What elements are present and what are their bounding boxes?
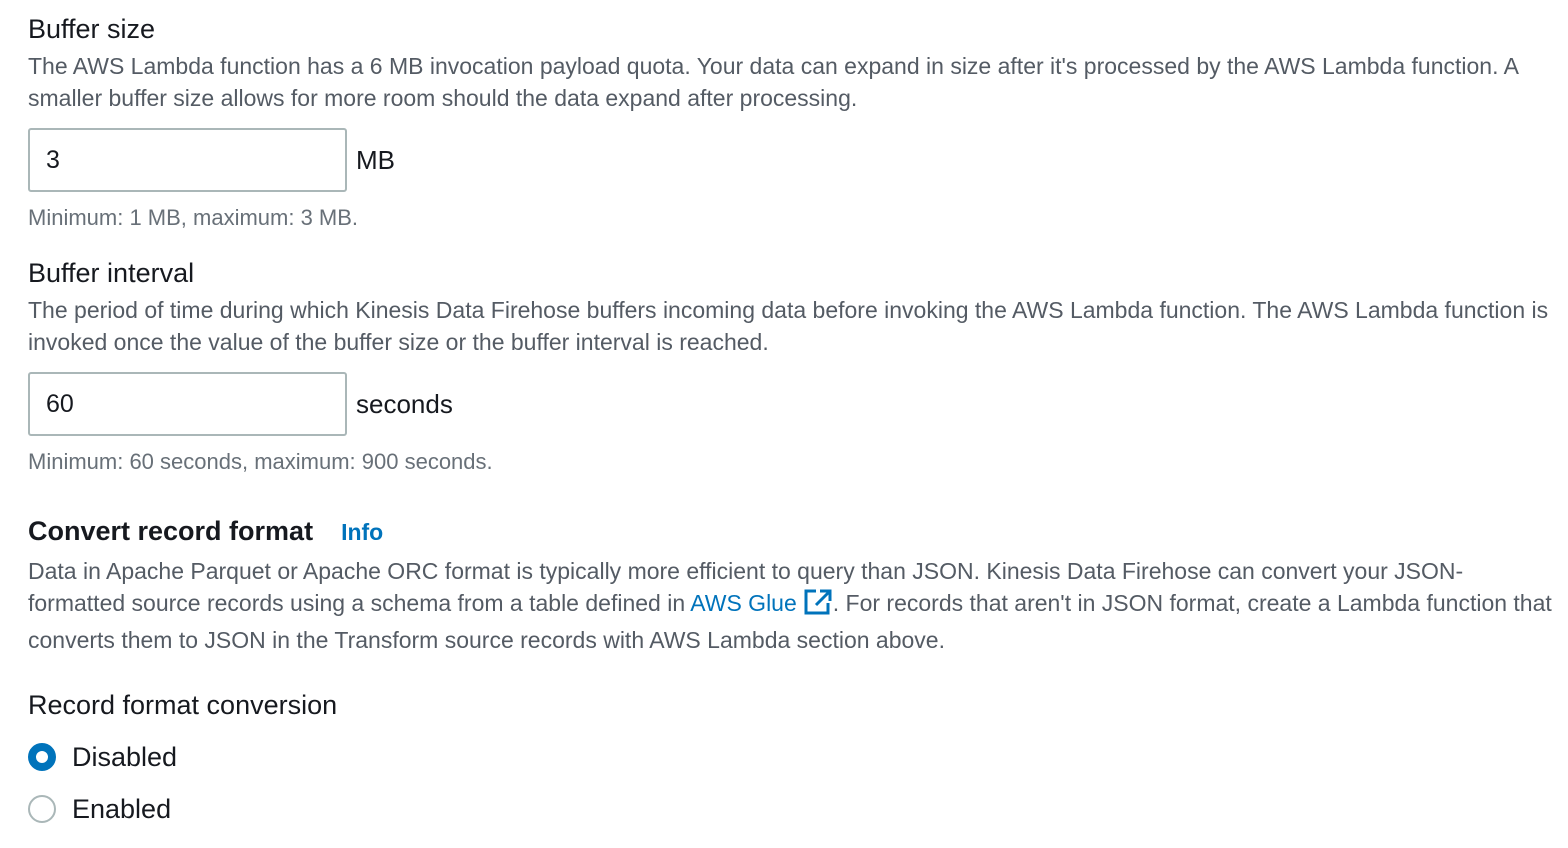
buffer-interval-section: Buffer interval The period of time durin… [28, 256, 1558, 477]
aws-glue-link[interactable]: AWS Glue [690, 589, 833, 616]
radio-option-enabled[interactable]: Enabled [28, 792, 337, 826]
buffer-interval-description: The period of time during which Kinesis … [28, 297, 1549, 355]
aws-glue-link-text: AWS Glue [690, 590, 797, 616]
radio-option-disabled[interactable]: Disabled [28, 740, 337, 774]
record-format-conversion-label: Record format conversion [28, 690, 338, 720]
buffer-interval-unit: seconds [356, 388, 453, 419]
info-link[interactable]: Info [341, 519, 383, 546]
convert-record-format-description: Data in Apache Parquet or Apache ORC for… [28, 555, 1558, 656]
buffer-size-section: Buffer size The AWS Lambda function has … [28, 12, 1558, 233]
convert-record-format-section: Convert record format Info Data in Apach… [28, 516, 1558, 656]
radio-disabled-indicator[interactable] [28, 743, 56, 771]
buffer-interval-label: Buffer interval [28, 258, 195, 288]
buffer-size-input[interactable] [28, 128, 347, 192]
buffer-interval-input[interactable] [28, 372, 347, 436]
buffer-size-unit: MB [356, 144, 395, 175]
convert-record-format-header: Convert record format Info [28, 516, 1558, 547]
radio-enabled-label: Enabled [72, 793, 172, 824]
buffer-interval-constraint: Minimum: 60 seconds, maximum: 900 second… [28, 449, 493, 474]
external-link-icon [803, 588, 833, 624]
buffer-interval-input-row: seconds [28, 372, 1558, 436]
buffer-size-input-row: MB [28, 128, 1558, 192]
firehose-settings-page: Buffer size The AWS Lambda function has … [0, 0, 1568, 848]
buffer-size-description: The AWS Lambda function has a 6 MB invoc… [28, 53, 1518, 111]
radio-disabled-label: Disabled [72, 741, 178, 772]
convert-record-format-heading: Convert record format [28, 516, 314, 546]
record-format-conversion-section: Record format conversion Disabled Enable… [28, 688, 337, 826]
radio-enabled-indicator[interactable] [28, 795, 56, 823]
buffer-size-label: Buffer size [28, 14, 156, 44]
buffer-size-constraint: Minimum: 1 MB, maximum: 3 MB. [28, 205, 359, 230]
